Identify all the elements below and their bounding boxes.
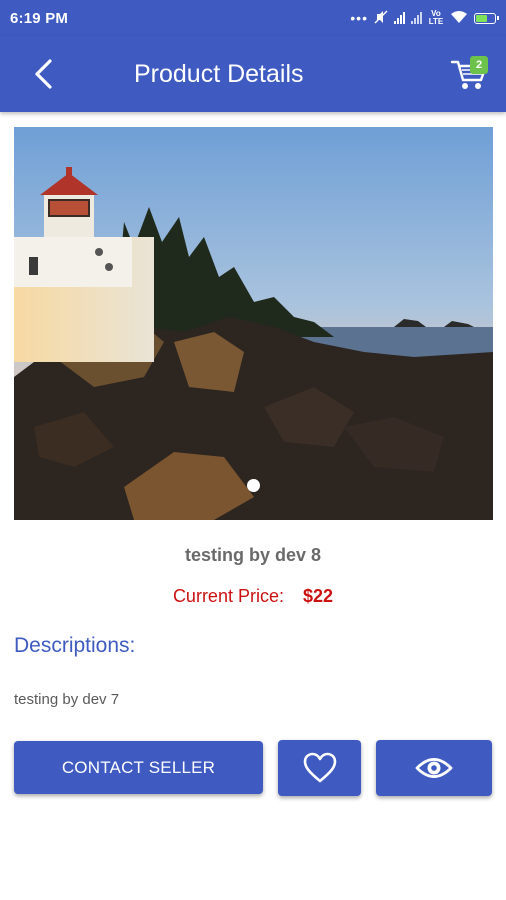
- description-heading: Descriptions:: [14, 634, 136, 657]
- more-indicator: •••: [350, 10, 368, 26]
- status-icons: ••• Vo LTE: [350, 9, 499, 27]
- cart-button[interactable]: 2: [450, 54, 490, 94]
- view-button[interactable]: [376, 740, 492, 796]
- app-bar: Product Details 2: [0, 36, 506, 112]
- contact-seller-button[interactable]: CONTACT SELLER: [14, 741, 263, 794]
- status-time: 6:19 PM: [10, 9, 69, 27]
- product-name: testing by dev 8: [184, 545, 322, 565]
- price-row: Current Price: $22: [0, 586, 506, 607]
- product-details-screen: 6:19 PM ••• Vo LTE Product Details 2 tes…: [0, 0, 506, 900]
- favorite-button[interactable]: [278, 740, 361, 796]
- back-button[interactable]: [26, 56, 60, 92]
- eye-icon: [415, 758, 453, 778]
- heart-icon: [303, 752, 336, 783]
- price-value: $22: [303, 586, 334, 606]
- signal-icon-2: [411, 12, 422, 24]
- chevron-left-icon: [35, 59, 52, 89]
- status-bar: 6:19 PM ••• Vo LTE: [0, 0, 506, 36]
- battery-icon: [474, 12, 499, 24]
- carousel-dot[interactable]: [247, 479, 260, 492]
- price-label: Current Price:: [172, 586, 284, 606]
- volte-label: Vo LTE: [428, 9, 444, 26]
- cart-count-badge: 2: [470, 56, 488, 74]
- mute-icon: [374, 10, 388, 27]
- page-title: Product Details: [134, 60, 304, 88]
- lighthouse-photo: [14, 127, 493, 520]
- signal-icon: [394, 12, 405, 24]
- wifi-icon: [450, 10, 468, 27]
- description-text: testing by dev 7: [14, 691, 120, 708]
- product-image[interactable]: [14, 127, 493, 520]
